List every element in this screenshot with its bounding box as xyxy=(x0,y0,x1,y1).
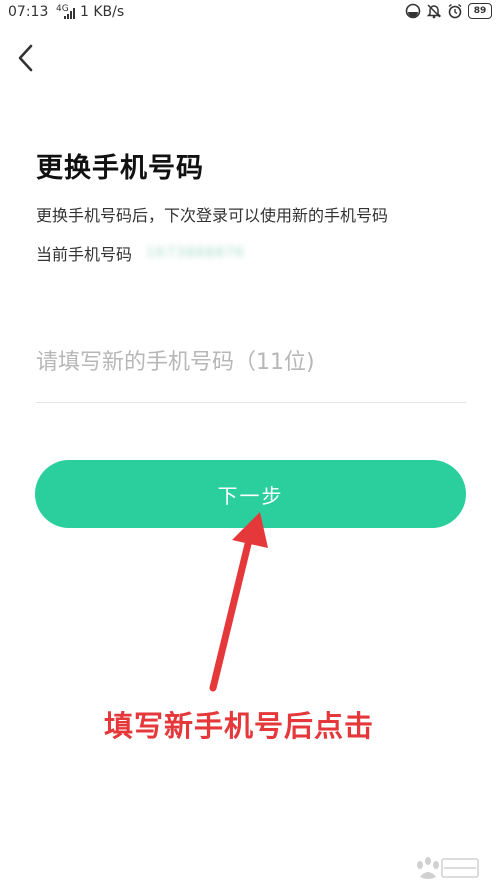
annotation-arrow-icon xyxy=(209,512,268,692)
watermark-logo xyxy=(417,857,479,879)
annotation-text: 填写新手机号后点击 xyxy=(104,709,375,743)
